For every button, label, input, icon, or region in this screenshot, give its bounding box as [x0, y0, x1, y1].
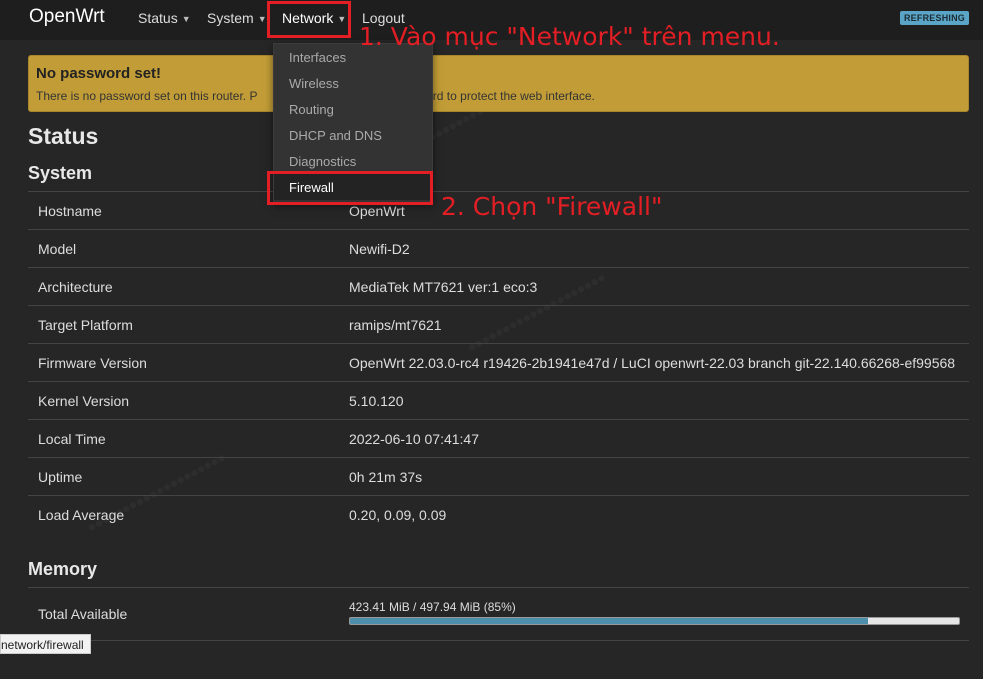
row-label: Model	[38, 241, 77, 257]
table-row: Kernel Version 5.10.120	[28, 381, 969, 420]
system-heading: System	[28, 163, 93, 183]
menu-item-routing[interactable]: Routing	[289, 102, 334, 117]
menu-system-label: System	[207, 10, 254, 26]
table-row: Load Average 0.20, 0.09, 0.09	[28, 495, 969, 534]
firewall-highlight-box	[267, 171, 433, 205]
network-highlight-box	[267, 1, 351, 38]
no-password-alert: No password set! There is no password se…	[28, 55, 969, 112]
row-value: Newifi-D2	[349, 241, 410, 257]
row-label: Load Average	[38, 507, 125, 523]
annotation-step-1: 1. Vào mục "Network" trên menu.	[359, 22, 780, 51]
table-row: Architecture MediaTek MT7621 ver:1 eco:3	[28, 267, 969, 306]
row-value: 0h 21m 37s	[349, 469, 423, 485]
table-row: Model Newifi-D2	[28, 229, 969, 268]
row-label: Target Platform	[38, 317, 133, 333]
menu-item-wireless[interactable]: Wireless	[289, 76, 339, 91]
table-row: Local Time 2022-06-10 07:41:47	[28, 419, 969, 458]
row-label: Local Time	[38, 431, 106, 447]
row-label: Hostname	[38, 203, 102, 219]
annotation-step-2: 2. Chọn "Firewall"	[441, 192, 663, 221]
row-label: Firmware Version	[38, 355, 147, 371]
table-row: Firmware Version OpenWrt 22.03.0-rc4 r194…	[28, 343, 969, 382]
row-label: Total Available	[38, 606, 128, 622]
alert-title: No password set!	[36, 65, 162, 82]
row-label: Uptime	[38, 469, 83, 485]
row-value: 5.10.120	[349, 393, 404, 409]
menu-status[interactable]: Status ▼	[138, 10, 191, 26]
row-label: Architecture	[38, 279, 113, 295]
chevron-down-icon: ▼	[257, 14, 267, 25]
page-title: Status	[28, 123, 99, 149]
row-value: ramips/mt7621	[349, 317, 442, 333]
refreshing-badge[interactable]: REFRESHING	[899, 11, 969, 25]
menu-item-diagnostics[interactable]: Diagnostics	[289, 154, 356, 169]
row-value: 423.41 MiB / 497.94 MiB (85%)	[349, 600, 516, 614]
row-value: OpenWrt 22.03.0-rc4 r19426-2b1941e47d / …	[349, 355, 956, 371]
menu-item-interfaces[interactable]: Interfaces	[289, 50, 346, 65]
status-bar-url: network/firewall	[0, 634, 91, 654]
alert-message-start: There is no password set on this router.…	[36, 89, 258, 103]
memory-progress-bar	[349, 617, 960, 625]
brand-logo[interactable]: OpenWrt	[29, 6, 105, 28]
table-row: Target Platform ramips/mt7621	[28, 305, 969, 344]
memory-progress-fill	[350, 618, 868, 624]
row-value: 0.20, 0.09, 0.09	[349, 507, 447, 523]
menu-system[interactable]: System ▼	[207, 10, 267, 26]
row-value: 2022-06-10 07:41:47	[349, 431, 479, 447]
menu-status-label: Status	[138, 10, 178, 26]
row-value: MediaTek MT7621 ver:1 eco:3	[349, 279, 538, 295]
row-value: OpenWrt	[349, 203, 405, 219]
table-row	[28, 640, 969, 679]
chevron-down-icon: ▼	[181, 14, 191, 25]
row-label: Kernel Version	[38, 393, 130, 409]
menu-item-dhcp-dns[interactable]: DHCP and DNS	[289, 128, 382, 143]
alert-message-end: sword to protect the web interface.	[411, 89, 595, 103]
table-row: Uptime 0h 21m 37s	[28, 457, 969, 496]
memory-heading: Memory	[28, 559, 98, 579]
